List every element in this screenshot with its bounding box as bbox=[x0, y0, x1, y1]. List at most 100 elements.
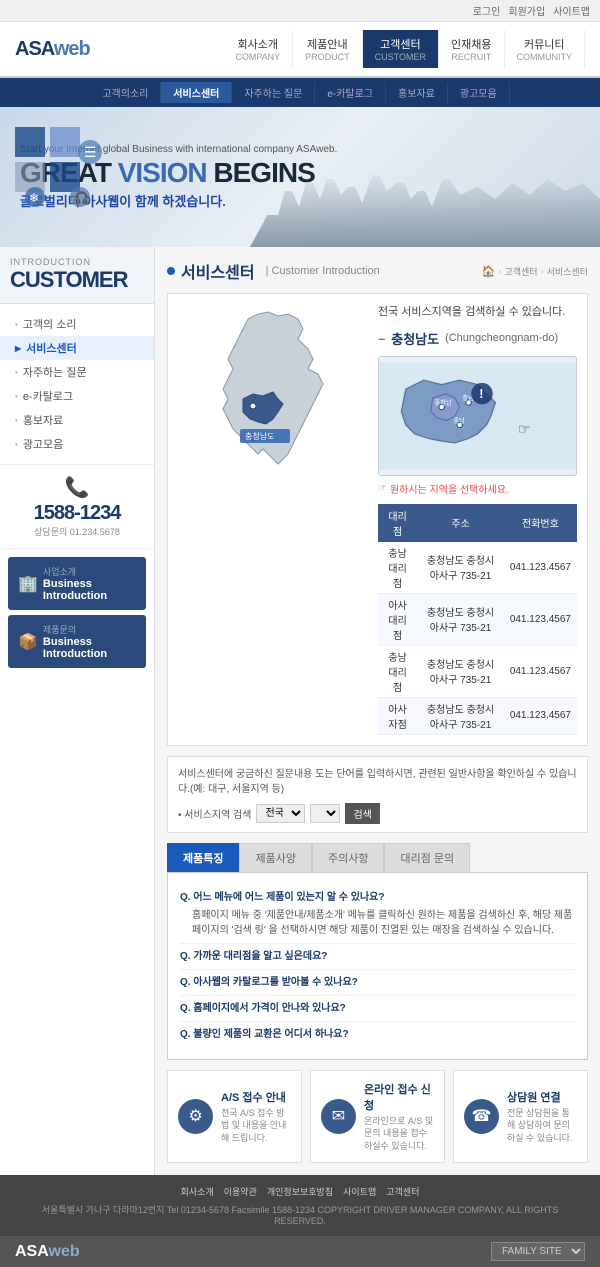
subnav-pr[interactable]: 홍보자료 bbox=[386, 82, 448, 103]
subnav-catalog[interactable]: e-카탈로그 bbox=[315, 82, 386, 103]
region-map: 충청남 충남 충남 ! ☞ bbox=[378, 356, 577, 476]
banner-desc-consult: 전문 상담원을 통해 상담하여 문의하실 수 있습니다. bbox=[507, 1107, 577, 1145]
banner-desc-as: 전국 A/S 접수 방법 및 내용을 안내해 드립니다. bbox=[221, 1107, 291, 1145]
sidebar-item-ad[interactable]: 광고모음 bbox=[0, 432, 154, 456]
hero-cube: ☰ ❄ 🎧 bbox=[5, 117, 125, 237]
breadcrumb-bar: 서비스센터 | Customer Introduction 🏠 › 고객센터 ›… bbox=[167, 259, 588, 283]
sitemap-link[interactable]: 사이트맵 bbox=[553, 3, 590, 18]
footer-link-contact[interactable]: 고객센터 bbox=[386, 1185, 419, 1198]
nav-recruit[interactable]: 인재채용RECRUIT bbox=[439, 30, 504, 68]
section-title: 서비스센터 | Customer Introduction bbox=[167, 259, 380, 283]
footer-link-terms[interactable]: 이용약관 bbox=[224, 1185, 257, 1198]
breadcrumb-current: 서비스센터 bbox=[547, 265, 588, 278]
banner-online[interactable]: ✉ 온라인 접수 신청 온라인으로 A/S 및 문의 내용을 접수 하실수 있습… bbox=[310, 1070, 445, 1164]
subnav-service[interactable]: 서비스센터 bbox=[161, 82, 232, 103]
sidebar-links: 🏢 사업소개 Business Introduction 📦 제품문의 Busi… bbox=[0, 549, 154, 676]
faq-content: Q. 어느 메뉴에 어느 제품이 있는지 알 수 있나요? 홈페이지 메뉴 중 … bbox=[167, 872, 588, 1060]
svg-text:충청남: 충청남 bbox=[435, 397, 452, 406]
sidebar-item-service[interactable]: 서비스센터 bbox=[0, 336, 154, 360]
banner-title-as: A/S 접수 안내 bbox=[221, 1089, 291, 1105]
banner-as[interactable]: ⚙ A/S 접수 안내 전국 A/S 접수 방법 및 내용을 안내해 드립니다. bbox=[167, 1070, 302, 1164]
main-nav: 회사소개COMPANY 제품안내PRODUCT 고객센터CUSTOMER 인재채… bbox=[223, 30, 585, 68]
tab-dealer-inquiry[interactable]: 대리점 문의 bbox=[384, 843, 470, 872]
phone-number: 1588-1234 bbox=[10, 502, 144, 525]
tab-caution[interactable]: 주의사항 bbox=[312, 843, 384, 872]
phone-icon: 📞 bbox=[10, 475, 144, 500]
link-main-2: Business Introduction bbox=[43, 636, 107, 660]
city-select[interactable] bbox=[310, 804, 340, 823]
faq-a-1: 홈페이지 메뉴 중 '제품안내/제품소개' 메뉴를 클릭하신 원하는 제품을 검… bbox=[180, 908, 575, 938]
faq-item-1: Q. 어느 메뉴에 어느 제품이 있는지 알 수 있나요? 홈페이지 메뉴 중 … bbox=[180, 885, 575, 944]
cell-phone-2: 041.123.4567 bbox=[504, 593, 577, 645]
footer-bottom: ASAweb FAMILY SITE bbox=[0, 1236, 600, 1267]
sidebar: INTRODUCTION CUSTOMER 고객의 소리 서비스센터 자주하는 … bbox=[0, 247, 155, 1175]
search-button[interactable]: 검색 bbox=[345, 803, 379, 824]
faq-item-5: Q. 불량인 제품의 교환은 어디서 하나요? bbox=[180, 1022, 575, 1047]
nav-product[interactable]: 제품안내PRODUCT bbox=[293, 30, 363, 68]
section-sub: | Customer Introduction bbox=[266, 265, 380, 277]
signup-link[interactable]: 회원가입 bbox=[508, 3, 545, 18]
svg-text:☞: ☞ bbox=[518, 421, 531, 437]
subnav-faq[interactable]: 자주하는 질문 bbox=[232, 82, 315, 103]
cell-addr-4: 충청남도 충청시 아사구 735-21 bbox=[417, 697, 504, 734]
logo: ASAweb bbox=[15, 38, 90, 61]
faq-q-2: Q. 가까운 대리점을 알고 싶은데요? bbox=[180, 949, 575, 964]
table-row: 충남대리점 충청남도 충청시 아사구 735-21 041.123.4567 bbox=[378, 645, 577, 697]
region-select[interactable]: 전국 bbox=[256, 804, 305, 823]
svg-text:충남: 충남 bbox=[453, 415, 465, 424]
faq-item-2: Q. 가까운 대리점을 알고 싶은데요? bbox=[180, 944, 575, 970]
nav-company[interactable]: 회사소개COMPANY bbox=[223, 30, 293, 68]
sidebar-link-product[interactable]: 📦 제품문의 Business Introduction bbox=[8, 615, 146, 668]
faq-item-4: Q. 홈페이지에서 가격이 안나와 있나요? bbox=[180, 996, 575, 1022]
faq-q-1: Q. 어느 메뉴에 어느 제품이 있는지 알 수 있나요? bbox=[180, 890, 575, 905]
banner-desc-online: 온라인으로 A/S 및 문의 내용을 접수 하실수 있습니다. bbox=[364, 1115, 434, 1153]
family-site-select[interactable]: FAMILY SITE bbox=[491, 1242, 585, 1261]
svg-text:❄: ❄ bbox=[29, 191, 39, 205]
home-icon[interactable]: 🏠 bbox=[482, 265, 496, 278]
sidebar-menu: 고객의 소리 서비스센터 자주하는 질문 e-카탈로그 홍보자료 광고모음 bbox=[0, 304, 154, 465]
intro-title: CUSTOMER bbox=[10, 267, 144, 293]
bottom-banners: ⚙ A/S 접수 안내 전국 A/S 접수 방법 및 내용을 안내해 드립니다.… bbox=[167, 1070, 588, 1164]
hero-banner: ☰ ❄ 🎧 Start your Internet global Busines… bbox=[0, 107, 600, 247]
sidebar-item-faq[interactable]: 자주하는 질문 bbox=[0, 360, 154, 384]
sidebar-item-pr[interactable]: 홍보자료 bbox=[0, 408, 154, 432]
table-row: 아사자점 충청남도 충청시 아사구 735-21 041.123.4567 bbox=[378, 697, 577, 734]
intro-label: INTRODUCTION bbox=[10, 257, 144, 267]
faq-q-5: Q. 불량인 제품의 교환은 어디서 하나요? bbox=[180, 1027, 575, 1042]
svg-text:!: ! bbox=[479, 387, 483, 401]
hint-icon: ☞ bbox=[378, 483, 387, 494]
select-hint: ☞ 원하시는 지역을 선택하세요. bbox=[378, 481, 577, 496]
nav-community[interactable]: 커뮤니티COMMUNITY bbox=[505, 30, 586, 68]
banner-consult[interactable]: ☎ 상담원 연결 전문 상담원을 통해 상담하여 문의하실 수 있습니다. bbox=[453, 1070, 588, 1164]
breadcrumb-parent[interactable]: 고객센터 bbox=[504, 265, 537, 278]
footer-link-privacy[interactable]: 개인정보보호방침 bbox=[267, 1185, 333, 1198]
faq-item-3: Q. 아사웹의 카탈로그를 받아볼 수 있나요? bbox=[180, 970, 575, 996]
table-row: 충남대리점 충청남도 충청시 아사구 735-21 041.123.4567 bbox=[378, 542, 577, 594]
footer-address: 서울특별시 가나구 다라마12번지 Tel 01234-5678 Facsimi… bbox=[15, 1203, 585, 1226]
region-detail-svg: 충청남 충남 충남 ! ☞ bbox=[379, 357, 576, 475]
subnav-ad[interactable]: 광고모음 bbox=[448, 82, 510, 103]
service-table: 대리점 주소 전화번호 충남대리점 충청남도 충청시 아사구 735-21 04… bbox=[378, 504, 577, 735]
cell-dealer-3: 충남대리점 bbox=[378, 645, 417, 697]
sidebar-link-business[interactable]: 🏢 사업소개 Business Introduction bbox=[8, 557, 146, 610]
sidebar-item-catalog[interactable]: e-카탈로그 bbox=[0, 384, 154, 408]
footer: 회사소개 이용약관 개인정보보호방침 사이트맵 고객센터 서울특별시 가나구 다… bbox=[0, 1175, 600, 1236]
search-label: • 서비스지역 검색 bbox=[178, 806, 251, 821]
svg-text:🎧: 🎧 bbox=[74, 191, 89, 205]
svg-text:충청남도: 충청남도 bbox=[245, 432, 274, 441]
service-desc: 전국 서비스지역을 검색하실 수 있습니다. bbox=[378, 304, 577, 321]
faq-q-3: Q. 아사웹의 카탈로그를 받아볼 수 있나요? bbox=[180, 975, 575, 990]
login-link[interactable]: 로그인 bbox=[473, 3, 501, 18]
footer-link-about[interactable]: 회사소개 bbox=[181, 1185, 214, 1198]
region-title: 충청남도 (Chungcheongnam-do) bbox=[378, 329, 577, 348]
footer-link-sitemap[interactable]: 사이트맵 bbox=[343, 1185, 376, 1198]
phone-label: 상담문의 01.234.5678 bbox=[10, 525, 144, 538]
tab-product-spec[interactable]: 제품사양 bbox=[239, 843, 311, 872]
nav-customer[interactable]: 고객센터CUSTOMER bbox=[363, 30, 439, 68]
subnav-voice[interactable]: 고객의소리 bbox=[90, 82, 161, 103]
banner-title-online: 온라인 접수 신청 bbox=[364, 1081, 434, 1113]
sidebar-item-voice[interactable]: 고객의 소리 bbox=[0, 312, 154, 336]
header: ASAweb 회사소개COMPANY 제품안내PRODUCT 고객센터CUSTO… bbox=[0, 22, 600, 78]
mail-icon: ✉ bbox=[321, 1099, 356, 1134]
tab-product-feature[interactable]: 제품특징 bbox=[167, 843, 239, 872]
